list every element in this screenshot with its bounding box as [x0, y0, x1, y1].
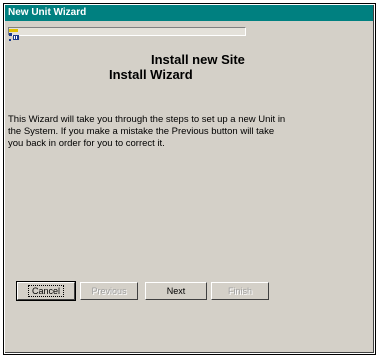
previous-button[interactable]: Previous — [80, 282, 138, 300]
wizard-window: New Unit Wizard Install new Site Install… — [5, 5, 374, 353]
next-button[interactable]: Next — [145, 282, 207, 300]
header-strip — [8, 27, 246, 36]
cancel-button-label: Cancel — [27, 285, 64, 297]
heading-install-wizard: Install Wizard — [109, 67, 193, 82]
title-bar: New Unit Wizard — [5, 5, 373, 21]
app-logo-icon — [9, 29, 19, 41]
finish-button[interactable]: Finish — [211, 282, 269, 300]
cancel-button[interactable]: Cancel — [16, 281, 76, 301]
heading-install-new-site: Install new Site — [151, 52, 245, 67]
instructions-text: This Wizard will take you through the st… — [8, 114, 286, 149]
